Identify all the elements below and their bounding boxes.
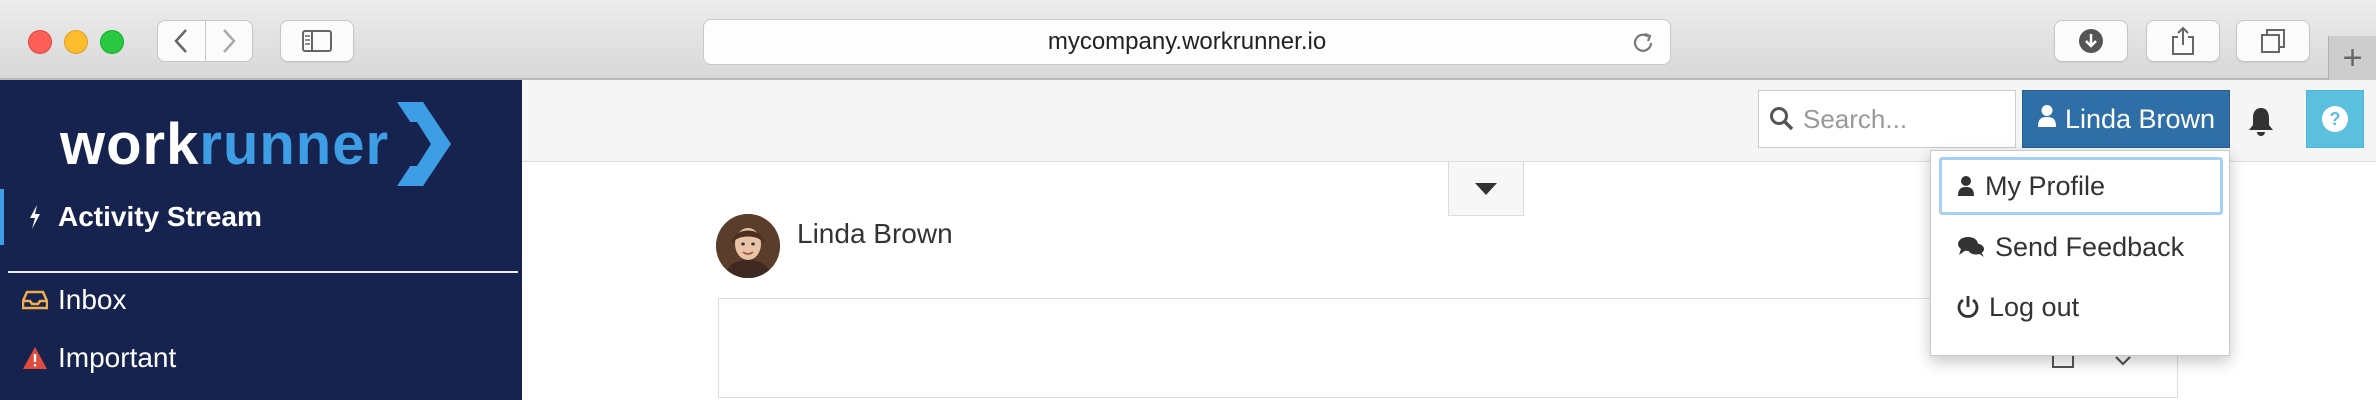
back-button[interactable] [158,21,205,61]
new-tab-button[interactable]: + [2328,36,2376,80]
url-text: mycompany.workrunner.io [1047,28,1327,55]
svg-text:?: ? [2330,109,2341,129]
sidebar-item-label: Important [58,342,177,373]
user-icon [2037,104,2057,135]
menu-item-label: My Profile [1985,170,2106,201]
reload-icon[interactable] [1630,30,1656,63]
downloads-button[interactable] [2054,20,2128,62]
menu-item-send-feedback[interactable]: Send Feedback [1939,218,2223,276]
sidebar-item-label: Activity Stream [58,201,262,232]
search-box[interactable] [1758,90,2016,148]
chevron-down-icon[interactable] [2114,355,2132,367]
sidebar-item-activity-stream[interactable]: Activity Stream [0,189,522,245]
file-icon[interactable] [2052,354,2074,368]
browser-toolbar: mycompany.workrunner.io + [0,0,2376,80]
user-dropdown-menu: My Profile Send Feedback Log out [1930,150,2230,356]
sidebar-item-inbox[interactable]: Inbox [0,272,522,328]
post-tools [2052,354,2132,368]
warning-icon [22,346,48,370]
menu-item-my-profile[interactable]: My Profile [1939,157,2223,215]
logo-text-runner: runner [199,111,390,177]
sidebar-item-label: Inbox [58,284,127,315]
chevron-right-icon [222,29,236,53]
close-window-button[interactable] [28,30,52,54]
question-circle-icon: ? [2322,106,2348,132]
sidebar: work runner Activity Stream Inbox Importa… [0,80,522,400]
avatar[interactable] [716,214,780,278]
search-input[interactable] [1803,103,2003,135]
comments-icon [1957,236,1985,258]
inbox-icon [22,290,48,310]
notifications-bell-icon[interactable] [2244,104,2278,138]
logo-text-work: work [60,111,200,177]
search-icon [1770,107,1794,131]
power-icon [1957,295,1979,319]
forward-button[interactable] [204,21,253,61]
user-icon [1957,175,1975,197]
tabs-icon [2261,29,2285,53]
bolt-icon [22,204,48,230]
post-author-name[interactable]: Linda Brown [797,218,953,250]
user-menu-button[interactable]: Linda Brown [2022,90,2230,148]
plus-icon: + [2342,38,2363,77]
share-icon [2172,26,2194,55]
workrunner-logo[interactable]: work runner [60,102,453,186]
caret-down-icon [1475,182,1497,195]
expand-toggle-button[interactable] [1448,162,1524,216]
menu-item-label: Send Feedback [1995,231,2185,262]
user-name: Linda Brown [2064,103,2216,134]
sidebar-toggle-button[interactable] [280,20,354,62]
menu-item-log-out[interactable]: Log out [1939,278,2223,336]
chevron-left-icon [174,29,188,53]
history-nav [157,20,253,62]
browser-window: mycompany.workrunner.io + work runner Act… [0,0,2376,400]
address-bar[interactable]: mycompany.workrunner.io [703,19,1671,65]
tab-overview-button[interactable] [2236,20,2310,62]
sidebar-item-important[interactable]: Important [0,330,522,386]
minimize-window-button[interactable] [64,30,88,54]
menu-item-label: Log out [1989,291,2080,322]
maximize-window-button[interactable] [100,30,124,54]
sidebar-icon [302,30,332,52]
share-button[interactable] [2146,20,2220,62]
help-button[interactable]: ? [2306,90,2364,148]
download-icon [2079,29,2103,53]
logo-chevron-icon [397,102,452,186]
